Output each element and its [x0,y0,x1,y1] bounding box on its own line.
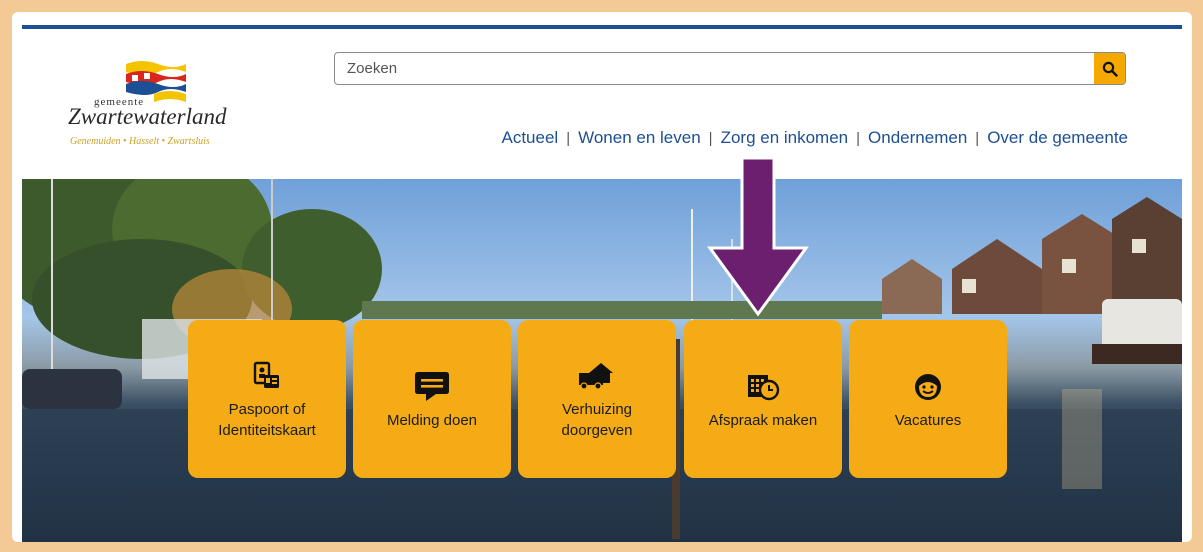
hero-harbor-image: Paspoort of Identiteitskaart Melding doe… [22,179,1182,542]
chat-icon [415,371,449,401]
nav-wonen-en-leven[interactable]: Wonen en leven [578,128,701,148]
search-icon [1102,61,1118,77]
nav-ondernemen[interactable]: Ondernemen [868,128,967,148]
nav-separator: | [975,129,980,147]
calendar-clock-icon [748,374,780,400]
moving-truck-icon [579,363,613,390]
nav-separator: | [566,129,571,147]
tile-label: Paspoort of Identiteitskaart [210,399,324,441]
main-nav: Actueel | Wonen en leven | Zorg en inkom… [501,128,1128,148]
tile-label: Vacatures [894,411,962,429]
tile-melding[interactable]: Melding doen [353,320,511,478]
purple-down-arrow-icon [707,158,809,317]
tile-label: Verhuizing doorgeven [554,399,641,441]
nav-separator: | [708,129,713,147]
search-button[interactable] [1094,53,1125,84]
logo-places: Genemuiden • Hasselt • Zwartsluis [70,136,210,147]
nav-over-de-gemeente[interactable]: Over de gemeente [987,128,1128,148]
tile-afspraak[interactable]: Afspraak maken [684,320,842,478]
browser-frame: gemeente Zwartewaterland Genemuiden • Ha… [12,12,1192,542]
nav-separator: | [856,129,861,147]
tile-label: Melding doen [386,411,478,429]
top-accent-bar [22,25,1182,29]
search-bar [334,52,1126,85]
tile-verhuizing[interactable]: Verhuizing doorgeven [518,320,676,478]
tile-label: Afspraak maken [708,411,818,429]
nav-zorg-en-inkomen[interactable]: Zorg en inkomen [721,128,849,148]
site-logo[interactable]: gemeente Zwartewaterland Genemuiden • Ha… [66,58,256,158]
tile-vacatures[interactable]: Vacatures [849,320,1007,478]
id-card-icon [253,361,279,388]
smiley-icon [915,373,941,400]
logo-name: Zwartewaterland [68,104,227,129]
tile-paspoort[interactable]: Paspoort of Identiteitskaart [188,320,346,478]
tile-label-line1: Verhuizing [561,401,633,418]
nav-actueel[interactable]: Actueel [501,128,558,148]
tile-label-line2: Identiteitskaart [218,422,316,439]
tile-label-line1: Paspoort of [228,401,306,418]
tile-label-line2: doorgeven [561,422,633,439]
search-input[interactable] [335,53,1095,84]
